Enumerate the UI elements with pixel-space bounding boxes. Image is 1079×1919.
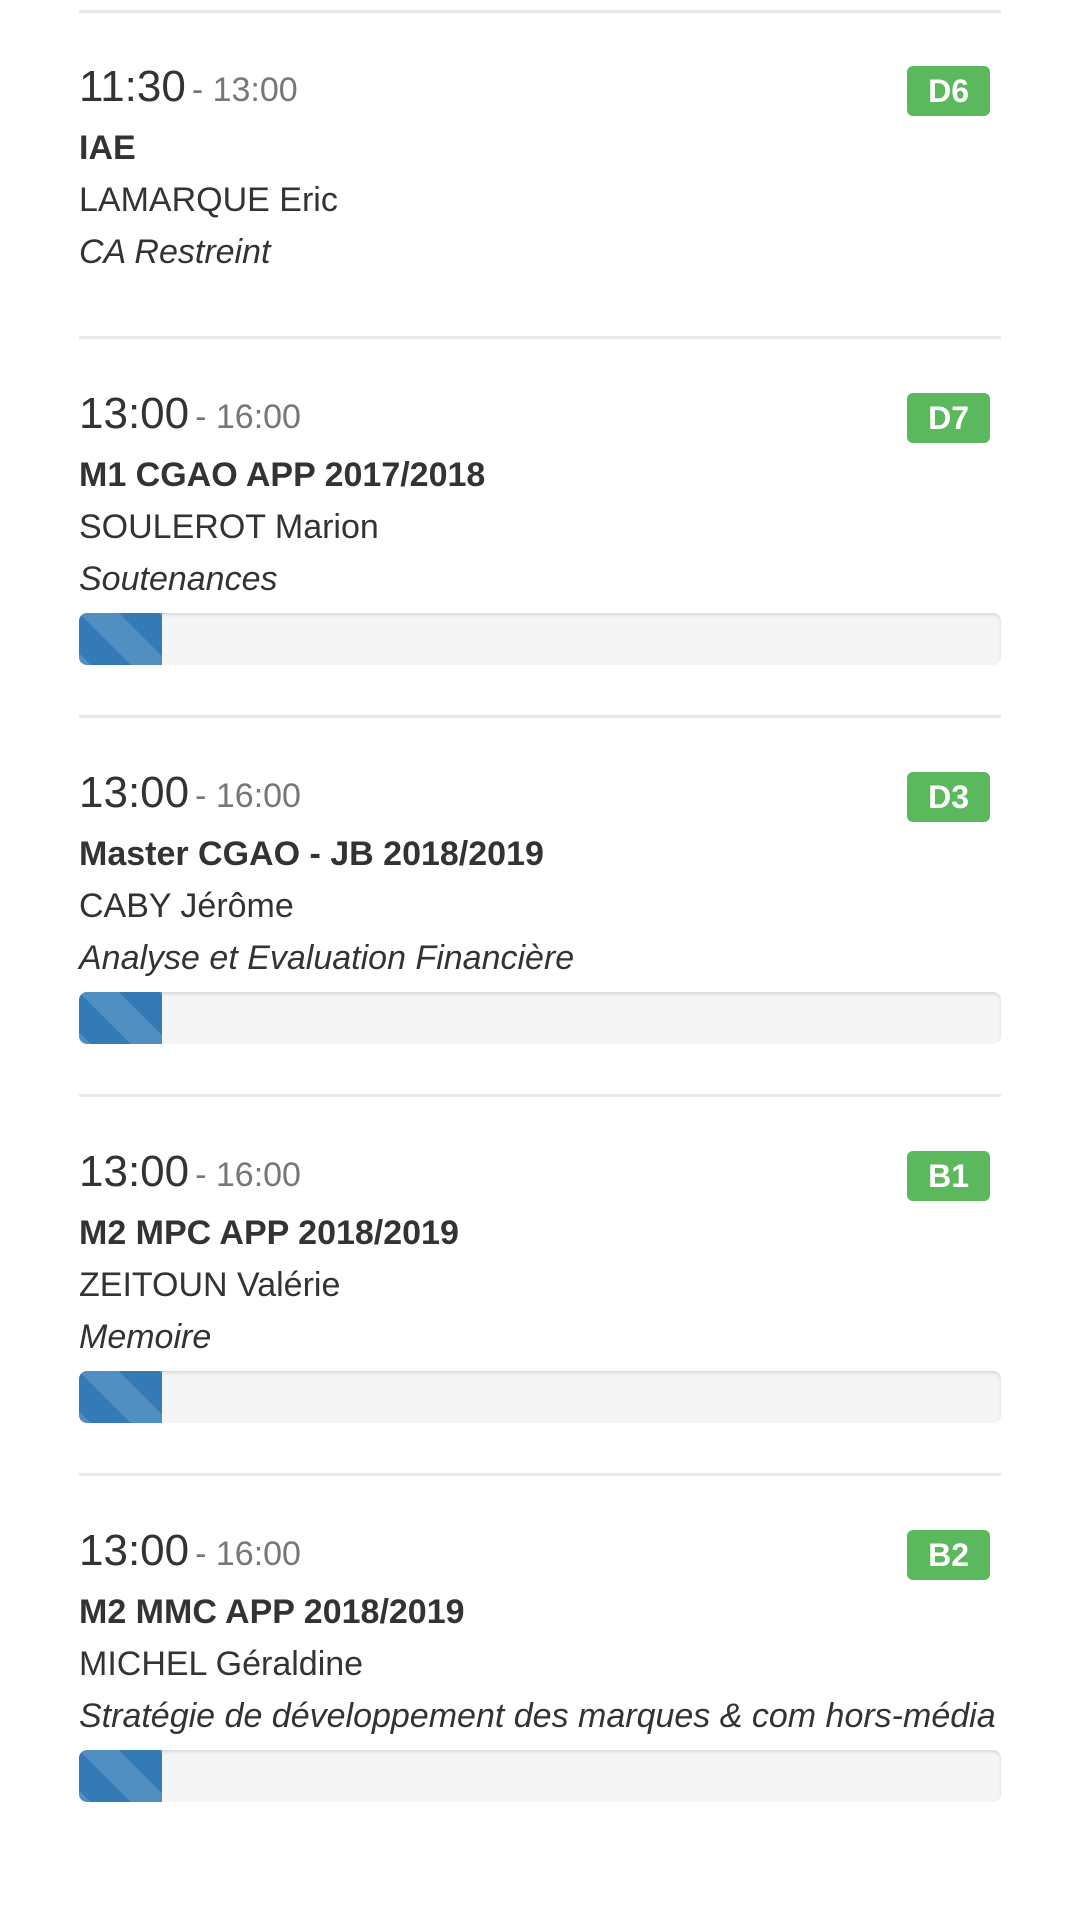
course-name: IAE: [79, 129, 136, 167]
divider: [79, 336, 1001, 339]
progress-track: [79, 1371, 1001, 1423]
room-badge: D6: [907, 66, 990, 116]
divider: [79, 10, 1001, 13]
event-item[interactable]: 13:00- 16:00 D3 Master CGAO - JB 2018/20…: [79, 766, 1001, 1094]
end-time: - 16:00: [195, 398, 301, 436]
end-time: - 16:00: [195, 1535, 301, 1573]
progress-bar: [79, 1371, 162, 1423]
teacher-name: ZEITOUN Valérie: [79, 1266, 341, 1304]
subject-name: Stratégie de développement des marques &…: [79, 1697, 996, 1735]
subject-name: Analyse et Evaluation Financière: [79, 939, 575, 977]
divider: [79, 1094, 1001, 1097]
progress-bar: [79, 992, 162, 1044]
event-item[interactable]: 13:00- 16:00 D7 M1 CGAO APP 2017/2018 SO…: [79, 387, 1001, 715]
progress-track: [79, 992, 1001, 1044]
subject-name: Memoire: [79, 1318, 212, 1356]
event-item[interactable]: 11:30- 13:00 D6 IAE LAMARQUE Eric CA Res…: [79, 60, 1001, 336]
progress-track: [79, 613, 1001, 665]
end-time: - 13:00: [191, 71, 298, 109]
start-time: 13:00: [79, 389, 190, 438]
course-name: M2 MPC APP 2018/2019: [79, 1214, 459, 1252]
subject-name: Soutenances: [79, 560, 278, 598]
event-item[interactable]: 13:00- 16:00 B1 M2 MPC APP 2018/2019 ZEI…: [79, 1145, 1001, 1473]
course-name: Master CGAO - JB 2018/2019: [79, 835, 544, 873]
divider: [79, 715, 1001, 718]
progress-bar: [79, 1750, 162, 1802]
progress-bar: [79, 613, 162, 665]
start-time: 11:30: [79, 62, 186, 111]
event-item[interactable]: 13:00- 16:00 B2 M2 MMC APP 2018/2019 MIC…: [79, 1524, 1001, 1802]
teacher-name: MICHEL Géraldine: [79, 1645, 364, 1683]
start-time: 13:00: [79, 1147, 190, 1196]
time-row: 13:00- 16:00 B1: [79, 1145, 1001, 1201]
room-badge: D7: [907, 393, 990, 443]
teacher-name: CABY Jérôme: [79, 887, 294, 925]
end-time: - 16:00: [195, 1156, 301, 1194]
teacher-name: LAMARQUE Eric: [79, 181, 338, 219]
time-row: 13:00- 16:00 B2: [79, 1524, 1001, 1580]
progress-track: [79, 1750, 1001, 1802]
start-time: 13:00: [79, 1526, 190, 1575]
schedule-list: 11:30- 13:00 D6 IAE LAMARQUE Eric CA Res…: [79, 10, 1001, 1802]
room-badge: B2: [907, 1530, 990, 1580]
time-row: 11:30- 13:00 D6: [79, 60, 1001, 116]
start-time: 13:00: [79, 768, 190, 817]
end-time: - 16:00: [195, 777, 301, 815]
divider: [79, 1473, 1001, 1476]
course-name: M1 CGAO APP 2017/2018: [79, 456, 486, 494]
time-row: 13:00- 16:00 D7: [79, 387, 1001, 443]
subject-name: CA Restreint: [79, 233, 271, 271]
teacher-name: SOULEROT Marion: [79, 508, 379, 546]
room-badge: D3: [907, 772, 990, 822]
time-row: 13:00- 16:00 D3: [79, 766, 1001, 822]
room-badge: B1: [907, 1151, 990, 1201]
course-name: M2 MMC APP 2018/2019: [79, 1593, 465, 1631]
